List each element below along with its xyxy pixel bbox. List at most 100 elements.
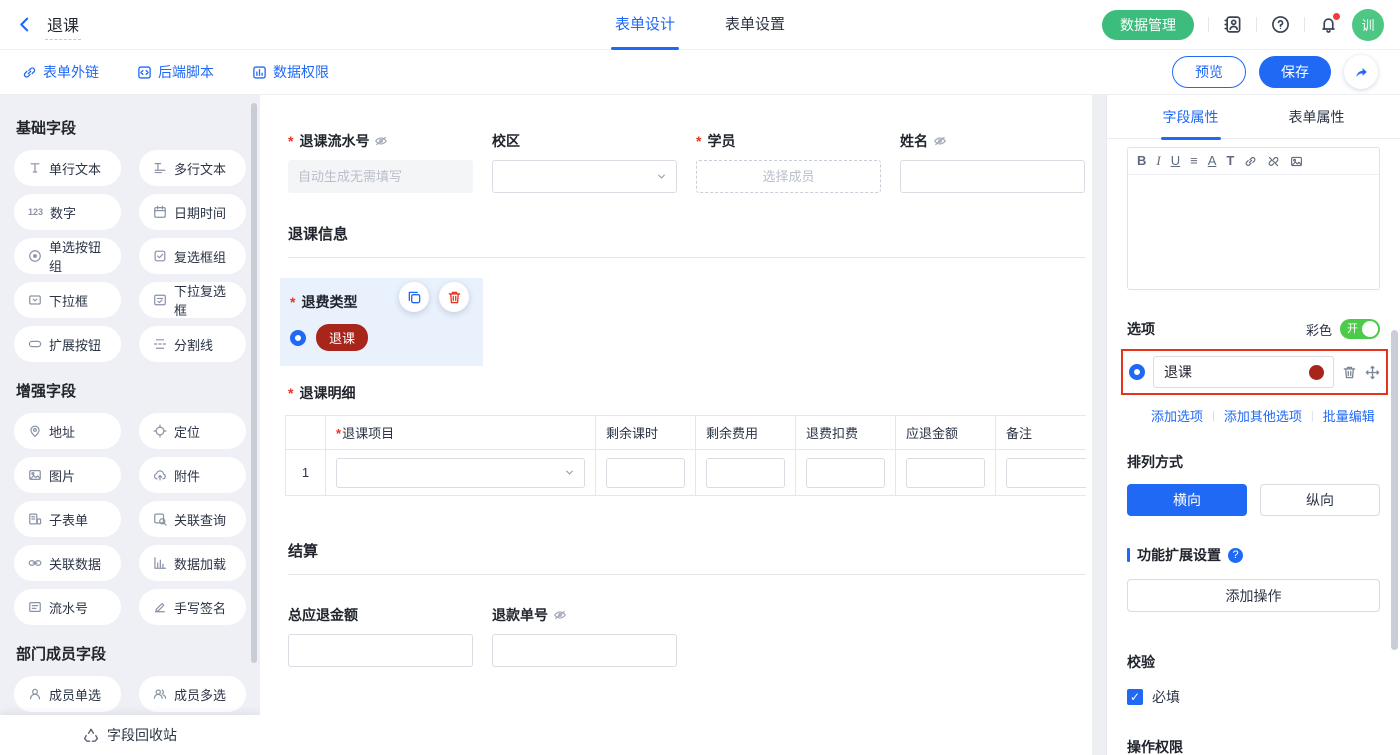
delete-option-icon[interactable] [1342, 365, 1357, 380]
field-total-refund[interactable]: 总应退金额 [288, 605, 473, 667]
tab-form-design[interactable]: 表单设计 [615, 0, 675, 50]
student-picker[interactable] [696, 160, 881, 193]
required-checkbox[interactable] [1127, 689, 1143, 705]
backend-script-link[interactable]: 后端脚本 [137, 62, 214, 82]
data-load-icon [153, 556, 167, 570]
remaining-hours-input[interactable] [606, 458, 685, 488]
form-external-link[interactable]: 表单外链 [22, 62, 99, 82]
data-manage-button[interactable]: 数据管理 [1102, 10, 1194, 40]
sidebar-item-number[interactable]: 123数字 [14, 194, 121, 230]
radio-selected[interactable] [290, 330, 306, 346]
sidebar-item-address[interactable]: 地址 [14, 413, 121, 449]
eye-off-icon [933, 134, 947, 148]
field-recycle-bin[interactable]: 字段回收站 [0, 715, 260, 755]
font-size-icon[interactable]: T [1226, 153, 1234, 169]
option-color-swatch[interactable] [1309, 365, 1324, 380]
sidebar-item-signature[interactable]: 手写签名 [139, 589, 246, 625]
sidebar-item-select[interactable]: 下拉框 [14, 282, 121, 318]
remark-input[interactable] [1006, 458, 1086, 488]
arrange-horizontal-button[interactable]: 横向 [1127, 484, 1247, 516]
tab-form-properties[interactable]: 表单属性 [1289, 95, 1345, 139]
contact-book-icon[interactable] [1223, 15, 1242, 34]
sidebar-item-subform[interactable]: 子表单 [14, 501, 121, 537]
refund-amount-input[interactable] [906, 458, 985, 488]
add-operation-button[interactable]: 添加操作 [1127, 579, 1380, 612]
checkbox-group-icon [153, 249, 167, 263]
sidebar-item-image[interactable]: 图片 [14, 457, 121, 493]
sidebar-item-checkbox-group[interactable]: 复选框组 [139, 238, 246, 274]
notification-bell-icon[interactable] [1319, 15, 1338, 34]
refund-serial-input[interactable] [288, 160, 473, 193]
delete-field-button[interactable] [439, 282, 469, 312]
sidebar-item-serial-number[interactable]: 流水号 [14, 589, 121, 625]
attachment-icon [153, 468, 167, 482]
sidebar-item-multi-select[interactable]: 下拉复选框 [139, 282, 246, 318]
sidebar-item-lookup[interactable]: 关联查询 [139, 501, 246, 537]
section-title-refund-info: 退课信息 [288, 223, 1086, 244]
sidebar-item-member-multi[interactable]: 成员多选 [139, 676, 246, 712]
help-icon[interactable] [1271, 15, 1290, 34]
share-button[interactable] [1344, 55, 1378, 89]
batch-edit-link[interactable]: 批量编辑 [1323, 406, 1375, 425]
panel-scrollbar[interactable] [1391, 330, 1398, 650]
sidebar-item-multi-line-text[interactable]: 多行文本 [139, 150, 246, 186]
sidebar-item-single-line-text[interactable]: 单行文本 [14, 150, 121, 186]
sidebar-item-member-single[interactable]: 成员单选 [14, 676, 121, 712]
option-badge[interactable]: 退课 [316, 324, 368, 351]
course-item-select[interactable] [336, 458, 585, 488]
data-permission-link[interactable]: 数据权限 [252, 62, 329, 82]
field-name[interactable]: 姓名 [900, 131, 1085, 193]
field-campus[interactable]: 校区 [492, 131, 677, 193]
italic-icon[interactable]: I [1156, 153, 1160, 169]
add-option-link[interactable]: 添加选项 [1151, 406, 1203, 425]
save-button[interactable]: 保存 [1259, 56, 1331, 88]
divider [1256, 17, 1257, 32]
name-input[interactable] [900, 160, 1085, 193]
option-radio[interactable] [1129, 364, 1145, 380]
bold-icon[interactable]: B [1137, 153, 1146, 169]
sidebar-scrollbar[interactable] [251, 103, 257, 663]
help-question-icon[interactable]: ? [1228, 548, 1243, 563]
sidebar-item-data-load[interactable]: 数据加载 [139, 545, 246, 581]
sidebar-item-radio-group[interactable]: 单选按钮组 [14, 238, 121, 274]
label-rich-text-editor[interactable]: B I U ≡ A T [1127, 147, 1380, 290]
sidebar-item-linked-data[interactable]: 关联数据 [14, 545, 121, 581]
back-icon[interactable] [16, 16, 33, 33]
avatar[interactable]: 训 [1352, 9, 1384, 41]
deduction-input[interactable] [806, 458, 885, 488]
arrange-vertical-button[interactable]: 纵向 [1260, 484, 1380, 516]
tab-field-properties[interactable]: 字段属性 [1163, 95, 1219, 139]
selected-field-refund-type[interactable]: *退费类型 退课 [280, 278, 483, 366]
remaining-fee-input[interactable] [706, 458, 785, 488]
field-refund-order-no[interactable]: 退款单号 [492, 605, 677, 667]
header-tabs: 表单设计 表单设置 [615, 0, 785, 50]
sidebar-item-attachment[interactable]: 附件 [139, 457, 246, 493]
sidebar-item-divider[interactable]: 分割线 [139, 326, 246, 362]
add-other-option-link[interactable]: 添加其他选项 [1224, 406, 1302, 425]
field-student[interactable]: *学员 [696, 131, 881, 193]
sidebar-item-extend-button[interactable]: 扩展按钮 [14, 326, 121, 362]
remove-link-icon[interactable] [1267, 155, 1280, 168]
option-row-highlighted: 退课 [1121, 349, 1388, 395]
insert-link-icon[interactable] [1244, 155, 1257, 168]
section-title-settlement: 结算 [288, 540, 1086, 561]
font-color-icon[interactable]: A [1208, 153, 1217, 169]
refund-order-no-input[interactable] [492, 634, 677, 667]
campus-select[interactable] [492, 160, 677, 193]
field-refund-serial[interactable]: *退课流水号 [288, 131, 473, 193]
drag-option-icon[interactable] [1365, 365, 1380, 380]
sidebar-item-datetime[interactable]: 日期时间 [139, 194, 246, 230]
sidebar-item-locate[interactable]: 定位 [139, 413, 246, 449]
color-toggle[interactable]: 开 [1340, 319, 1380, 339]
tab-form-settings[interactable]: 表单设置 [725, 0, 785, 50]
member-single-icon [28, 687, 42, 701]
insert-image-icon[interactable] [1290, 155, 1303, 168]
preview-button[interactable]: 预览 [1172, 56, 1246, 88]
lookup-icon [153, 512, 167, 526]
option-value-input[interactable]: 退课 [1153, 356, 1334, 388]
total-refund-input[interactable] [288, 634, 473, 667]
form-title[interactable]: 退课 [45, 10, 81, 40]
align-icon[interactable]: ≡ [1190, 153, 1198, 169]
copy-field-button[interactable] [399, 282, 429, 312]
underline-icon[interactable]: U [1171, 153, 1180, 169]
